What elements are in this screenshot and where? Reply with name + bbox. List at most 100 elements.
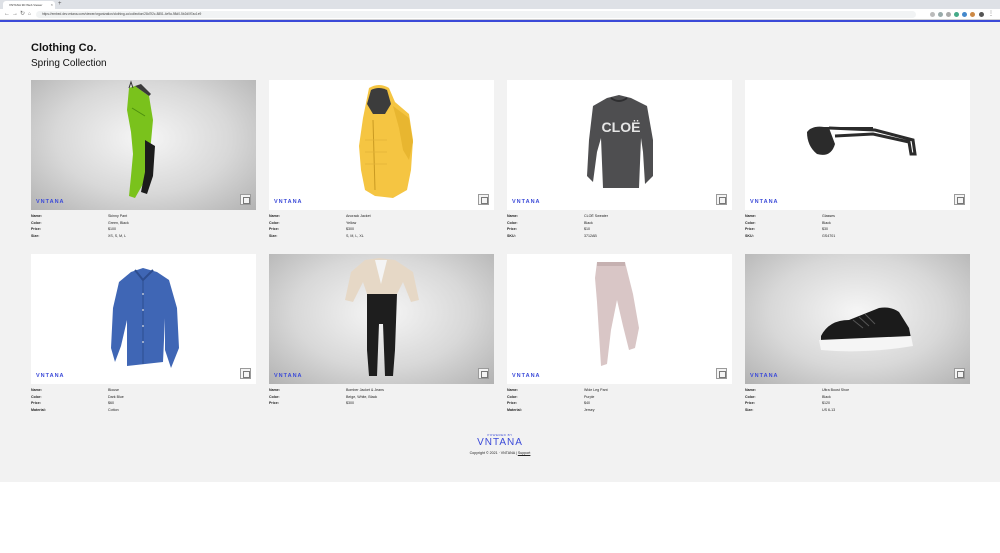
product-specs: Name: Glasses Color: Black Price: $30 SKU: GS47… <box>745 213 970 239</box>
back-icon[interactable]: ← <box>4 11 10 18</box>
spec-label: Material: <box>507 407 522 412</box>
vntana-watermark: VNTANA <box>274 199 303 205</box>
product-specs: Name: Anorack Jacket Color: Yellow Price: $30… <box>269 213 494 239</box>
extension-icon[interactable] <box>930 12 935 17</box>
spec-value: $300 <box>346 401 354 405</box>
product-card: VNTANA Name: Wide Leg Pant Color: Purple Pri… <box>507 254 732 413</box>
product-viewer[interactable]: VNTANA <box>507 254 732 384</box>
shoe-model <box>819 307 913 352</box>
spec-value: Cotton <box>108 407 119 412</box>
spec-value: 3712AB <box>584 233 597 238</box>
brand-title: Clothing Co. <box>31 42 97 54</box>
product-card: VNTANA Name: Anorack Jacket Color: Yellow Pr… <box>269 80 494 239</box>
spec-label: Size: <box>31 233 40 238</box>
fullscreen-button[interactable] <box>954 194 965 205</box>
spec-label: SKU: <box>507 233 516 238</box>
footer: POWERED BY VNTANA Copyright © 2021 · VNT… <box>0 433 1000 455</box>
profile-avatar[interactable] <box>979 12 984 17</box>
vntana-watermark: VNTANA <box>750 199 779 205</box>
spec-label: SKU: <box>745 233 754 238</box>
product-card: CLOË VNTANA Name: CLOË Sweater Color: Black… <box>507 80 732 239</box>
sweater-model: CLOË <box>587 95 653 188</box>
spec-row: SKU: GS4701 <box>745 233 970 240</box>
spec-value: US 6-13 <box>822 407 836 412</box>
address-bar-row: ← → ↻ ⌂ https://embed.dev.vntana.com/vie… <box>0 9 1000 20</box>
skinny-pant-model <box>127 80 155 198</box>
vntana-watermark: VNTANA <box>512 199 541 205</box>
product-specs: Name: CLOË Sweater Color: Black Price: $10 SKU… <box>507 213 732 239</box>
reload-icon[interactable]: ↻ <box>20 11 25 18</box>
product-card: VNTANA Name: Ultra Boost Shoe Color: Black P… <box>745 254 970 413</box>
product-card: VNTANA Name: Blouse Color: Dark Blue Price: $… <box>31 254 256 413</box>
extension-icon[interactable] <box>946 12 951 17</box>
product-viewer[interactable]: VNTANA <box>31 254 256 384</box>
tab-title: VNTANA 3D Web Viewer <box>9 3 43 7</box>
fullscreen-button[interactable] <box>954 368 965 379</box>
support-link[interactable]: Support <box>518 451 531 455</box>
menu-icon[interactable]: ⋮ <box>988 11 994 18</box>
product-specs: Name: Skinny Pant Color: Green, Black Price:… <box>31 213 256 239</box>
spec-label: Size: <box>745 407 754 412</box>
spec-row: Price: $300 <box>269 400 494 407</box>
fullscreen-button[interactable] <box>716 368 727 379</box>
spec-row: SKU: 3712AB <box>507 233 732 240</box>
product-specs: Name: Ultra Boost Shoe Color: Black Price: $1… <box>745 387 970 413</box>
spec-row: Material: Cotton <box>31 407 256 414</box>
vntana-logo[interactable]: VNTANA <box>0 437 1000 448</box>
new-tab-icon[interactable]: + <box>58 1 62 8</box>
product-specs: Name: Blouse Color: Dark Blue Price: $60 Mater… <box>31 387 256 413</box>
product-viewer[interactable]: VNTANA <box>269 80 494 210</box>
copyright-text: Copyright © 2021 · VNTANA | <box>469 451 517 455</box>
vntana-watermark: VNTANA <box>36 373 65 379</box>
browser-tab-bar: VNTANA 3D Web Viewer × + <box>0 0 1000 9</box>
extension-icon[interactable] <box>954 12 959 17</box>
vntana-watermark: VNTANA <box>512 373 541 379</box>
spec-row: Size: US 6-13 <box>745 407 970 414</box>
svg-text:CLOË: CLOË <box>602 119 641 135</box>
vntana-watermark: VNTANA <box>274 373 303 379</box>
spec-label: Size: <box>269 233 278 238</box>
fullscreen-button[interactable] <box>716 194 727 205</box>
product-viewer[interactable]: VNTANA <box>31 80 256 210</box>
glasses-model <box>807 126 917 156</box>
fullscreen-button[interactable] <box>240 194 251 205</box>
spec-value: S, M, L, XL <box>346 233 364 238</box>
spec-row: Material: Jersey <box>507 407 732 414</box>
vntana-watermark: VNTANA <box>36 199 65 205</box>
copyright-line: Copyright © 2021 · VNTANA | Support <box>0 451 1000 455</box>
vntana-watermark: VNTANA <box>750 373 779 379</box>
spec-value: Jersey <box>584 407 595 412</box>
bomber-jeans-model <box>345 258 419 376</box>
spec-row: Size: S, M, L, XL <box>269 233 494 240</box>
product-viewer[interactable]: VNTANA <box>745 80 970 210</box>
product-card: VNTANA Name: Glasses Color: Black Price: $30 S… <box>745 80 970 239</box>
url-field[interactable]: https://embed.dev.vntana.com/viewer/orga… <box>36 11 916 18</box>
product-specs: Name: Bomber Jacket & Jeans Color: Beige, W… <box>269 387 494 407</box>
blouse-model <box>111 268 179 368</box>
forward-icon[interactable]: → <box>12 11 18 18</box>
product-specs: Name: Wide Leg Pant Color: Purple Price: $40 M… <box>507 387 732 413</box>
extension-icon[interactable] <box>962 12 967 17</box>
spec-value: GS4701 <box>822 233 836 238</box>
spec-row: Size: XS, S, M, L <box>31 233 256 240</box>
product-card: VNTANA Name: Skinny Pant Color: Green, Blac… <box>31 80 256 239</box>
spec-value: XS, S, M, L <box>108 233 127 238</box>
product-card: VNTANA Name: Bomber Jacket & Jeans Color: B… <box>269 254 494 407</box>
page: Clothing Co. Spring Collection VNTANA Na… <box>0 22 1000 482</box>
product-viewer[interactable]: CLOË VNTANA <box>507 80 732 210</box>
fullscreen-button[interactable] <box>478 194 489 205</box>
spec-label: Price: <box>269 401 279 405</box>
product-viewer[interactable]: VNTANA <box>745 254 970 384</box>
spec-label: Material: <box>31 407 46 412</box>
product-viewer[interactable]: VNTANA <box>269 254 494 384</box>
tab-close-icon[interactable]: × <box>51 1 53 9</box>
browser-tab[interactable]: VNTANA 3D Web Viewer × <box>3 1 55 9</box>
fullscreen-button[interactable] <box>478 368 489 379</box>
extension-icon[interactable] <box>970 12 975 17</box>
collection-title: Spring Collection <box>31 58 107 69</box>
anorack-jacket-model <box>359 85 413 198</box>
extension-icon[interactable] <box>938 12 943 17</box>
wide-leg-pant-model <box>595 262 639 366</box>
home-icon[interactable]: ⌂ <box>28 11 31 18</box>
fullscreen-button[interactable] <box>240 368 251 379</box>
